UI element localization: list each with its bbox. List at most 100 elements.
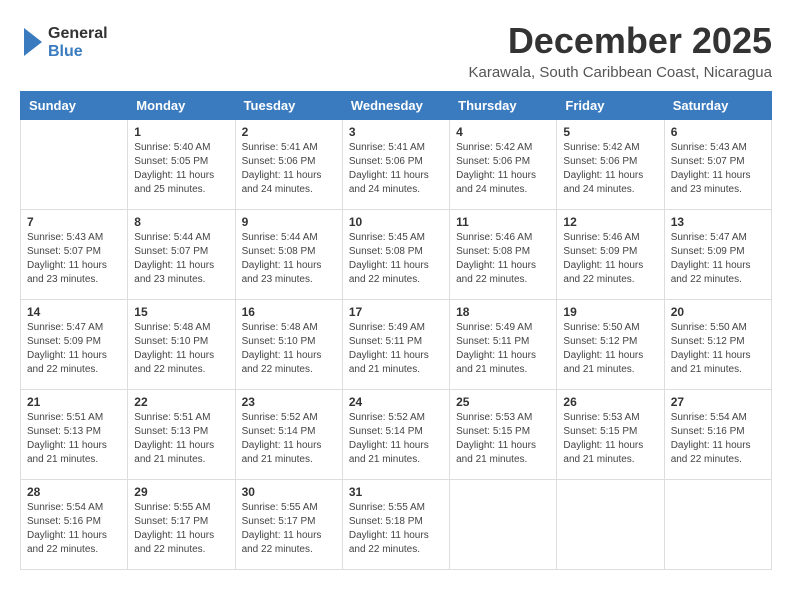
day-cell-4: 4 Sunrise: 5:42 AMSunset: 5:06 PMDaylight… bbox=[450, 120, 557, 210]
day-number: 6 bbox=[671, 125, 765, 139]
week-row-1: 1 Sunrise: 5:40 AMSunset: 5:05 PMDaylight… bbox=[21, 120, 772, 210]
day-cell-28: 28Sunrise: 5:54 AMSunset: 5:16 PMDayligh… bbox=[21, 480, 128, 570]
day-header-friday: Friday bbox=[557, 92, 664, 120]
day-number: 14 bbox=[27, 305, 121, 319]
day-header-monday: Monday bbox=[128, 92, 235, 120]
week-row-5: 28Sunrise: 5:54 AMSunset: 5:16 PMDayligh… bbox=[21, 480, 772, 570]
calendar-table: SundayMondayTuesdayWednesdayThursdayFrid… bbox=[20, 91, 772, 570]
day-cell-18: 18 Sunrise: 5:49 AMSunset: 5:11 PMDayligh… bbox=[450, 300, 557, 390]
page-container: GeneralBlue December 2025 Karawala, Sout… bbox=[20, 20, 772, 570]
empty-cell bbox=[450, 480, 557, 570]
day-number: 15 bbox=[134, 305, 228, 319]
day-number: 1 bbox=[134, 125, 228, 139]
day-info: Sunrise: 5:49 AMSunset: 5:11 PMDaylight:… bbox=[456, 321, 550, 377]
day-info: Sunrise: 5:43 AMSunset: 5:07 PMDaylight:… bbox=[27, 231, 121, 287]
day-number: 9 bbox=[242, 215, 336, 229]
day-number: 29 bbox=[134, 485, 228, 499]
day-cell-30: 30 Sunrise: 5:55 AMSunset: 5:17 PMDayligh… bbox=[235, 480, 342, 570]
day-header-wednesday: Wednesday bbox=[342, 92, 449, 120]
day-info: Sunrise: 5:44 AMSunset: 5:07 PMDaylight:… bbox=[134, 231, 228, 287]
day-cell-14: 14 Sunrise: 5:47 AMSunset: 5:09 PMDayligh… bbox=[21, 300, 128, 390]
day-number: 18 bbox=[456, 305, 550, 319]
week-row-4: 21 Sunrise: 5:51 AMSunset: 5:13 PMDayligh… bbox=[21, 390, 772, 480]
day-info: Sunrise: 5:47 AMSunset: 5:09 PMDaylight:… bbox=[27, 321, 121, 377]
day-info: Sunrise: 5:55 AMSunset: 5:17 PMDaylight:… bbox=[242, 501, 336, 557]
day-info: Sunrise: 5:46 AMSunset: 5:08 PMDaylight:… bbox=[456, 231, 550, 287]
day-info: Sunrise: 5:47 AMSunset: 5:09 PMDaylight:… bbox=[671, 231, 765, 287]
day-info: Sunrise: 5:53 AMSunset: 5:15 PMDaylight:… bbox=[456, 411, 550, 467]
day-info: Sunrise: 5:46 AMSunset: 5:09 PMDaylight:… bbox=[563, 231, 657, 287]
day-cell-17: 17 Sunrise: 5:49 AMSunset: 5:11 PMDayligh… bbox=[342, 300, 449, 390]
day-number: 19 bbox=[563, 305, 657, 319]
day-cell-25: 25 Sunrise: 5:53 AMSunset: 5:15 PMDayligh… bbox=[450, 390, 557, 480]
day-info: Sunrise: 5:41 AMSunset: 5:06 PMDaylight:… bbox=[242, 141, 336, 197]
day-number: 23 bbox=[242, 395, 336, 409]
day-info: Sunrise: 5:54 AMSunset: 5:16 PMDaylight:… bbox=[671, 411, 765, 467]
day-info: Sunrise: 5:40 AMSunset: 5:05 PMDaylight:… bbox=[134, 141, 228, 197]
day-header-tuesday: Tuesday bbox=[235, 92, 342, 120]
calendar-title: December 2025 bbox=[468, 20, 772, 62]
day-info: Sunrise: 5:45 AMSunset: 5:08 PMDaylight:… bbox=[349, 231, 443, 287]
day-cell-1: 1 Sunrise: 5:40 AMSunset: 5:05 PMDaylight… bbox=[128, 120, 235, 210]
day-cell-29: 29Sunrise: 5:55 AMSunset: 5:17 PMDayligh… bbox=[128, 480, 235, 570]
day-info: Sunrise: 5:43 AMSunset: 5:07 PMDaylight:… bbox=[671, 141, 765, 197]
day-cell-11: 11 Sunrise: 5:46 AMSunset: 5:08 PMDayligh… bbox=[450, 210, 557, 300]
day-cell-13: 13 Sunrise: 5:47 AMSunset: 5:09 PMDayligh… bbox=[664, 210, 771, 300]
day-number: 10 bbox=[349, 215, 443, 229]
day-info: Sunrise: 5:48 AMSunset: 5:10 PMDaylight:… bbox=[134, 321, 228, 377]
day-cell-22: 22 Sunrise: 5:51 AMSunset: 5:13 PMDayligh… bbox=[128, 390, 235, 480]
day-number: 22 bbox=[134, 395, 228, 409]
day-cell-15: 15 Sunrise: 5:48 AMSunset: 5:10 PMDayligh… bbox=[128, 300, 235, 390]
day-cell-16: 16Sunrise: 5:48 AMSunset: 5:10 PMDayligh… bbox=[235, 300, 342, 390]
logo-svg: GeneralBlue bbox=[20, 20, 110, 65]
day-cell-2: 2 Sunrise: 5:41 AMSunset: 5:06 PMDaylight… bbox=[235, 120, 342, 210]
day-info: Sunrise: 5:52 AMSunset: 5:14 PMDaylight:… bbox=[349, 411, 443, 467]
empty-cell bbox=[21, 120, 128, 210]
day-number: 17 bbox=[349, 305, 443, 319]
svg-text:General: General bbox=[48, 25, 108, 42]
day-header-thursday: Thursday bbox=[450, 92, 557, 120]
calendar-subtitle: Karawala, South Caribbean Coast, Nicarag… bbox=[468, 64, 772, 81]
day-number: 11 bbox=[456, 215, 550, 229]
day-info: Sunrise: 5:50 AMSunset: 5:12 PMDaylight:… bbox=[671, 321, 765, 377]
day-number: 21 bbox=[27, 395, 121, 409]
empty-cell bbox=[557, 480, 664, 570]
day-number: 31 bbox=[349, 485, 443, 499]
day-number: 20 bbox=[671, 305, 765, 319]
day-number: 12 bbox=[563, 215, 657, 229]
day-number: 2 bbox=[242, 125, 336, 139]
day-number: 25 bbox=[456, 395, 550, 409]
day-info: Sunrise: 5:41 AMSunset: 5:06 PMDaylight:… bbox=[349, 141, 443, 197]
day-info: Sunrise: 5:55 AMSunset: 5:18 PMDaylight:… bbox=[349, 501, 443, 557]
day-number: 3 bbox=[349, 125, 443, 139]
day-number: 30 bbox=[242, 485, 336, 499]
day-info: Sunrise: 5:44 AMSunset: 5:08 PMDaylight:… bbox=[242, 231, 336, 287]
day-number: 4 bbox=[456, 125, 550, 139]
day-cell-23: 23 Sunrise: 5:52 AMSunset: 5:14 PMDayligh… bbox=[235, 390, 342, 480]
day-info: Sunrise: 5:51 AMSunset: 5:13 PMDaylight:… bbox=[134, 411, 228, 467]
logo-area: GeneralBlue bbox=[20, 20, 110, 65]
day-header-sunday: Sunday bbox=[21, 92, 128, 120]
day-cell-8: 8 Sunrise: 5:44 AMSunset: 5:07 PMDaylight… bbox=[128, 210, 235, 300]
day-cell-3: 3 Sunrise: 5:41 AMSunset: 5:06 PMDaylight… bbox=[342, 120, 449, 210]
day-cell-12: 12 Sunrise: 5:46 AMSunset: 5:09 PMDayligh… bbox=[557, 210, 664, 300]
day-info: Sunrise: 5:52 AMSunset: 5:14 PMDaylight:… bbox=[242, 411, 336, 467]
day-number: 24 bbox=[349, 395, 443, 409]
day-number: 13 bbox=[671, 215, 765, 229]
empty-cell bbox=[664, 480, 771, 570]
day-number: 16 bbox=[242, 305, 336, 319]
day-cell-6: 6 Sunrise: 5:43 AMSunset: 5:07 PMDaylight… bbox=[664, 120, 771, 210]
day-cell-19: 19Sunrise: 5:50 AMSunset: 5:12 PMDayligh… bbox=[557, 300, 664, 390]
day-number: 8 bbox=[134, 215, 228, 229]
day-info: Sunrise: 5:42 AMSunset: 5:06 PMDaylight:… bbox=[456, 141, 550, 197]
day-header-saturday: Saturday bbox=[664, 92, 771, 120]
day-info: Sunrise: 5:53 AMSunset: 5:15 PMDaylight:… bbox=[563, 411, 657, 467]
svg-text:Blue: Blue bbox=[48, 43, 83, 60]
day-cell-10: 10 Sunrise: 5:45 AMSunset: 5:08 PMDayligh… bbox=[342, 210, 449, 300]
days-header-row: SundayMondayTuesdayWednesdayThursdayFrid… bbox=[21, 92, 772, 120]
day-info: Sunrise: 5:49 AMSunset: 5:11 PMDaylight:… bbox=[349, 321, 443, 377]
day-cell-31: 31 Sunrise: 5:55 AMSunset: 5:18 PMDayligh… bbox=[342, 480, 449, 570]
day-number: 7 bbox=[27, 215, 121, 229]
day-cell-5: 5Sunrise: 5:42 AMSunset: 5:06 PMDaylight… bbox=[557, 120, 664, 210]
day-number: 27 bbox=[671, 395, 765, 409]
